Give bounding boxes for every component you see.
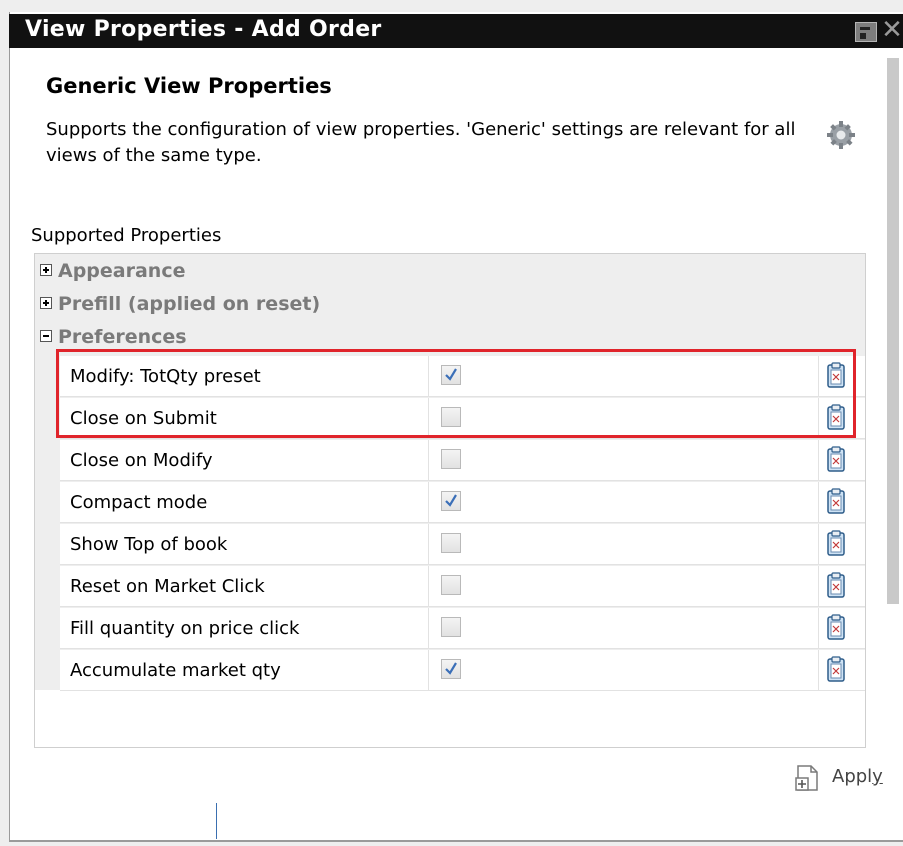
checkmark-icon [445, 494, 457, 507]
preference-action-cell [818, 524, 865, 565]
preference-row: Close on Modify [60, 440, 865, 482]
supported-properties-label: Supported Properties [31, 225, 222, 246]
preference-checkbox[interactable] [441, 491, 461, 511]
group-appearance[interactable]: Appearance [40, 260, 185, 288]
preference-action-cell [818, 566, 865, 607]
clipboard-icon[interactable] [827, 446, 845, 472]
preference-checkbox[interactable] [441, 659, 461, 679]
preference-row: Reset on Market Click [60, 566, 865, 608]
title-bar[interactable]: View Properties - Add Order ✕ [9, 14, 903, 48]
preference-action-cell [818, 356, 865, 397]
preference-row: Modify: TotQty preset [60, 356, 865, 398]
preference-value-cell [428, 566, 818, 607]
preference-value-cell [428, 440, 818, 481]
preference-value-cell [428, 482, 818, 523]
clipboard-icon[interactable] [827, 362, 845, 388]
restore-icon[interactable] [855, 22, 877, 42]
group-prefill[interactable]: Prefill (applied on reset) [40, 293, 320, 321]
preference-value-cell [428, 650, 818, 691]
preference-label: Fill quantity on price click [60, 608, 428, 649]
apply-label: Apply [832, 766, 883, 787]
preference-label: Reset on Market Click [60, 566, 428, 607]
expand-icon[interactable] [40, 263, 52, 276]
group-preferences[interactable]: Preferences [40, 326, 187, 354]
preference-action-cell [818, 650, 865, 691]
clipboard-icon[interactable] [827, 530, 845, 556]
preference-label: Show Top of book [60, 524, 428, 565]
clipboard-icon[interactable] [827, 572, 845, 598]
preference-checkbox[interactable] [441, 449, 461, 469]
clipboard-icon[interactable] [827, 488, 845, 514]
preference-action-cell [818, 608, 865, 649]
page-title: Generic View Properties [46, 74, 332, 98]
page-description: Supports the configuration of view prope… [46, 119, 796, 166]
preference-row: Close on Submit [60, 398, 865, 440]
preference-checkbox[interactable] [441, 617, 461, 637]
preference-row: Compact mode [60, 482, 865, 524]
preference-label: Compact mode [60, 482, 428, 523]
preference-checkbox[interactable] [441, 533, 461, 553]
preference-checkbox[interactable] [441, 575, 461, 595]
group-label: Preferences [58, 326, 187, 348]
preference-value-cell [428, 608, 818, 649]
group-label: Prefill (applied on reset) [58, 293, 321, 315]
group-label: Appearance [58, 260, 186, 282]
preference-action-cell [818, 398, 865, 439]
window-title: View Properties - Add Order [25, 17, 382, 42]
vertical-scrollbar[interactable] [887, 58, 899, 604]
apply-icon [795, 765, 818, 791]
clipboard-icon[interactable] [827, 614, 845, 640]
preference-label: Close on Submit [60, 398, 428, 439]
preference-value-cell [428, 398, 818, 439]
preference-checkbox[interactable] [441, 407, 461, 427]
expand-icon[interactable] [40, 296, 52, 309]
text-cursor [216, 803, 217, 839]
preference-label: Accumulate market qty [60, 650, 428, 691]
clipboard-icon[interactable] [827, 656, 845, 682]
preference-row: Show Top of book [60, 524, 865, 566]
clipboard-icon[interactable] [827, 404, 845, 430]
preference-checkbox[interactable] [441, 365, 461, 385]
close-icon[interactable]: ✕ [881, 16, 903, 44]
preference-row: Accumulate market qty [60, 650, 865, 692]
checkmark-icon [445, 662, 457, 675]
preference-label: Modify: TotQty preset [60, 356, 428, 397]
preference-row: Fill quantity on price click [60, 608, 865, 650]
preference-action-cell [818, 482, 865, 523]
preference-label: Close on Modify [60, 440, 428, 481]
collapse-icon[interactable] [40, 329, 52, 342]
preference-value-cell [428, 524, 818, 565]
gear-icon [827, 121, 855, 149]
preference-value-cell [428, 356, 818, 397]
preference-action-cell [818, 440, 865, 481]
checkmark-icon [445, 368, 457, 381]
